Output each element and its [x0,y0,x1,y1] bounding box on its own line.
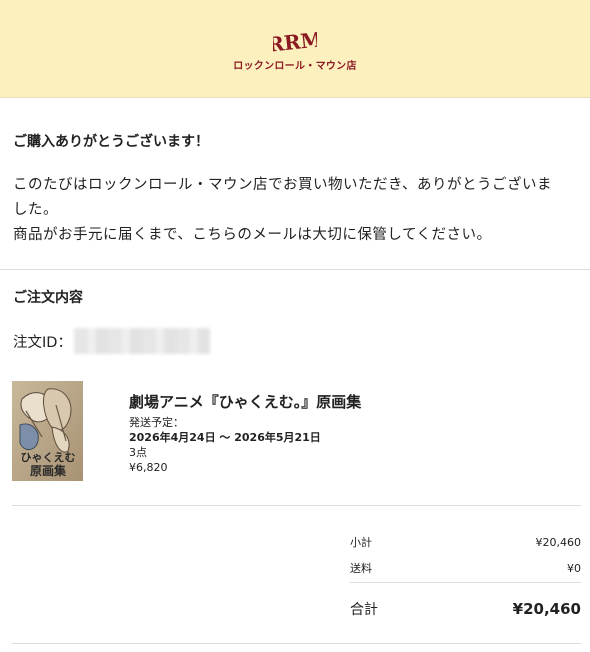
subtotal-value: ¥20,460 [535,535,582,549]
order-id-label: 注文ID： [13,334,72,351]
items-divider [12,505,581,506]
order-section-title: ご注文内容 [13,290,83,306]
item-quantity: 3点 [129,446,147,459]
order-id-redacted [73,328,210,354]
shop-header: RRM ロックンロール・マウン店 [0,0,590,98]
book-cover-image[interactable]: ひゃくえむ 原画集 [12,381,83,481]
total-value: ¥20,460 [512,600,581,618]
shipping-label: 送料 [350,562,372,575]
totals-divider [350,582,581,583]
ship-dates: 2026年4月24日 〜 2026年5月21日 [129,431,321,444]
shipping-row: 送料 ¥0 [350,560,581,576]
thanks-title: ご購入ありがとうございます！ [13,134,209,150]
logo-mark-text: RRM [273,29,317,55]
svg-text:ひゃくえむ: ひゃくえむ [21,451,76,464]
totals-block: 小計 ¥20,460 送料 ¥0 合計 ¥20,460 [350,534,581,620]
svg-text:原画集: 原画集 [30,463,67,478]
subtotal-row: 小計 ¥20,460 [350,534,581,550]
thanks-message-line: このたびはロックンロール・マウン店でお買い物いただき、ありがとうございま [13,177,552,193]
item-price: ¥6,820 [129,461,168,474]
thanks-message: このたびはロックンロール・マウン店でお買い物いただき、ありがとうございま した。… [13,173,583,248]
section-divider [0,269,590,270]
thanks-message-line: した。 [13,202,58,218]
footer-divider [12,643,581,644]
thanks-message-line: 商品がお手元に届くまで、こちらのメールは大切に保管してください。 [13,227,492,243]
item-details: 劇場アニメ『ひゃくえむ。』原画集 発送予定： 2026年4月24日 〜 2026… [129,391,361,481]
total-row: 合計 ¥20,460 [350,598,581,620]
shop-name: ロックンロール・マウン店 [233,61,357,72]
order-id-row: 注文ID： [13,328,210,354]
shop-logo-icon: RRM [273,29,317,55]
ship-label: 発送予定： [129,416,184,429]
order-item: ひゃくえむ 原画集 劇場アニメ『ひゃくえむ。』原画集 発送予定： 2026年4月… [12,381,361,481]
shipping-value: ¥0 [567,561,581,575]
subtotal-label: 小計 [350,536,372,549]
total-label: 合計 [350,602,378,618]
item-name[interactable]: 劇場アニメ『ひゃくえむ。』原画集 [129,391,361,412]
